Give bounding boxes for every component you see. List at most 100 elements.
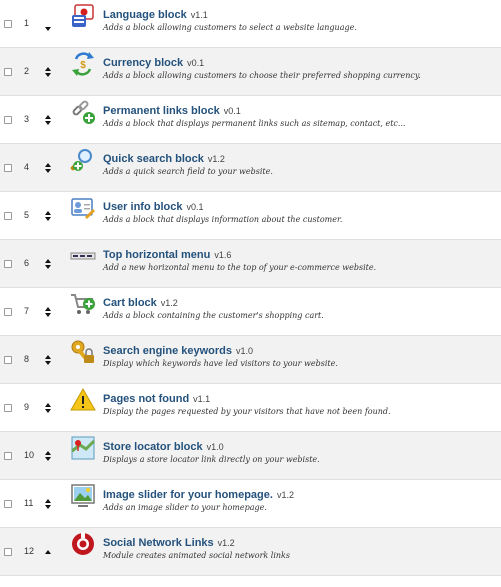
- move-up-arrow-icon[interactable]: [45, 355, 51, 359]
- move-up-arrow-icon[interactable]: [45, 499, 51, 503]
- module-version: v1.1: [193, 394, 211, 404]
- module-checkbox[interactable]: [4, 548, 12, 556]
- reorder-arrows: [45, 259, 54, 269]
- reorder-arrows: [45, 550, 54, 556]
- module-row: 8 Search engine keywords v1.0 Display which…: [0, 336, 501, 384]
- module-row: 2 $ Currency block v0.1 Adds a block allowin…: [0, 48, 501, 96]
- module-checkbox[interactable]: [4, 116, 12, 124]
- module-name[interactable]: Social Network Links: [103, 537, 214, 549]
- module-checkbox[interactable]: [4, 452, 12, 460]
- module-row: 3 Permanent links block v0.1 Adds a block t…: [0, 96, 501, 144]
- move-down-arrow-icon[interactable]: [45, 313, 51, 317]
- module-name[interactable]: Top horizontal menu: [103, 249, 210, 261]
- social-network-icon: [70, 531, 96, 557]
- reorder-arrows: [45, 355, 54, 365]
- move-down-arrow-icon[interactable]: [45, 361, 51, 365]
- module-name[interactable]: Search engine keywords: [103, 345, 232, 357]
- move-up-arrow-icon[interactable]: [45, 259, 51, 263]
- module-name[interactable]: Permanent links block: [103, 105, 220, 117]
- svg-text:$: $: [80, 60, 86, 71]
- move-down-arrow-icon[interactable]: [45, 265, 51, 269]
- reorder-arrows: [45, 163, 54, 173]
- reorder-arrows: [45, 27, 54, 31]
- position-number: 9: [24, 402, 30, 412]
- module-checkbox[interactable]: [4, 212, 12, 220]
- module-version: v0.1: [187, 58, 205, 68]
- module-checkbox[interactable]: [4, 500, 12, 508]
- module-name[interactable]: Store locator block: [103, 441, 203, 453]
- module-row: 4 Quick search block v1.2 Adds a quick sear…: [0, 144, 501, 192]
- module-list: 1 Language block v1.1 Adds a block allowing…: [0, 0, 501, 587]
- module-description: Adds a block containing the customer's s…: [103, 311, 324, 320]
- position-number: 6: [24, 258, 30, 268]
- move-up-arrow-icon[interactable]: [45, 163, 51, 167]
- move-down-arrow-icon[interactable]: [45, 169, 51, 173]
- move-up-arrow-icon[interactable]: [45, 67, 51, 71]
- move-up-arrow-icon[interactable]: [45, 550, 51, 554]
- module-description: Display which keywords have led visitors…: [103, 359, 338, 368]
- module-row: 5 User info block v0.1 Adds a block that di…: [0, 192, 501, 240]
- chain-link-add-icon: [70, 99, 96, 125]
- module-checkbox[interactable]: [4, 68, 12, 76]
- warning-icon: [70, 387, 96, 413]
- position-number: 3: [24, 114, 30, 124]
- module-checkbox[interactable]: [4, 260, 12, 268]
- module-row: 6 Top horizontal menu v1.6 Add a new horizo…: [0, 240, 501, 288]
- module-name[interactable]: Pages not found: [103, 393, 189, 405]
- module-name[interactable]: User info block: [103, 201, 182, 213]
- module-checkbox[interactable]: [4, 356, 12, 364]
- module-name[interactable]: Currency block: [103, 57, 183, 69]
- shopping-cart-add-icon: [70, 291, 96, 317]
- reorder-arrows: [45, 211, 54, 221]
- move-up-arrow-icon[interactable]: [45, 211, 51, 215]
- reorder-arrows: [45, 403, 54, 413]
- language-flags-icon: [70, 3, 96, 29]
- module-description: Adds a block allowing customers to selec…: [103, 23, 357, 32]
- module-description: Displays a store locator link directly o…: [103, 455, 320, 464]
- move-down-arrow-icon[interactable]: [45, 505, 51, 509]
- module-row: 10 Store locator block v1.0 Displays a stor…: [0, 432, 501, 480]
- module-description: Add a new horizontal menu to the top of …: [103, 263, 377, 272]
- module-checkbox[interactable]: [4, 164, 12, 172]
- image-slider-icon: [70, 483, 96, 509]
- move-down-arrow-icon[interactable]: [45, 457, 51, 461]
- module-name[interactable]: Language block: [103, 9, 187, 21]
- move-up-arrow-icon[interactable]: [45, 451, 51, 455]
- module-version: v1.2: [217, 538, 235, 548]
- module-version: v1.6: [214, 250, 232, 260]
- module-checkbox[interactable]: [4, 20, 12, 28]
- move-down-arrow-icon[interactable]: [45, 73, 51, 77]
- reorder-arrows: [45, 307, 54, 317]
- module-checkbox[interactable]: [4, 308, 12, 316]
- move-down-arrow-icon[interactable]: [45, 27, 51, 31]
- move-up-arrow-icon[interactable]: [45, 115, 51, 119]
- module-name[interactable]: Cart block: [103, 297, 157, 309]
- move-up-arrow-icon[interactable]: [45, 307, 51, 311]
- position-number: 10: [24, 450, 35, 460]
- module-description: Module creates animated social network l…: [103, 551, 291, 560]
- module-name[interactable]: Quick search block: [103, 153, 204, 165]
- reorder-arrows: [45, 67, 54, 77]
- module-row: 12 Social Network Links v1.2 Module creates…: [0, 528, 501, 576]
- module-version: v1.2: [276, 490, 294, 500]
- reorder-arrows: [45, 115, 54, 125]
- currency-exchange-icon: $: [70, 51, 96, 77]
- position-number: 5: [24, 210, 30, 220]
- module-version: v1.0: [206, 442, 224, 452]
- module-checkbox[interactable]: [4, 404, 12, 412]
- move-down-arrow-icon[interactable]: [45, 121, 51, 125]
- module-description: Adds a block allowing customers to choos…: [103, 71, 421, 80]
- move-down-arrow-icon[interactable]: [45, 409, 51, 413]
- module-description: Adds a block that displays information a…: [103, 215, 343, 224]
- user-card-edit-icon: [70, 195, 96, 221]
- magnifier-add-icon: [70, 147, 96, 173]
- horizontal-menu-icon: [70, 243, 96, 269]
- position-number: 12: [24, 546, 35, 556]
- position-number: 2: [24, 66, 30, 76]
- module-name[interactable]: Image slider for your homepage.: [103, 489, 273, 501]
- move-down-arrow-icon[interactable]: [45, 217, 51, 221]
- module-version: v1.2: [207, 154, 225, 164]
- move-up-arrow-icon[interactable]: [45, 403, 51, 407]
- module-version: v0.1: [223, 106, 241, 116]
- position-number: 11: [24, 498, 34, 508]
